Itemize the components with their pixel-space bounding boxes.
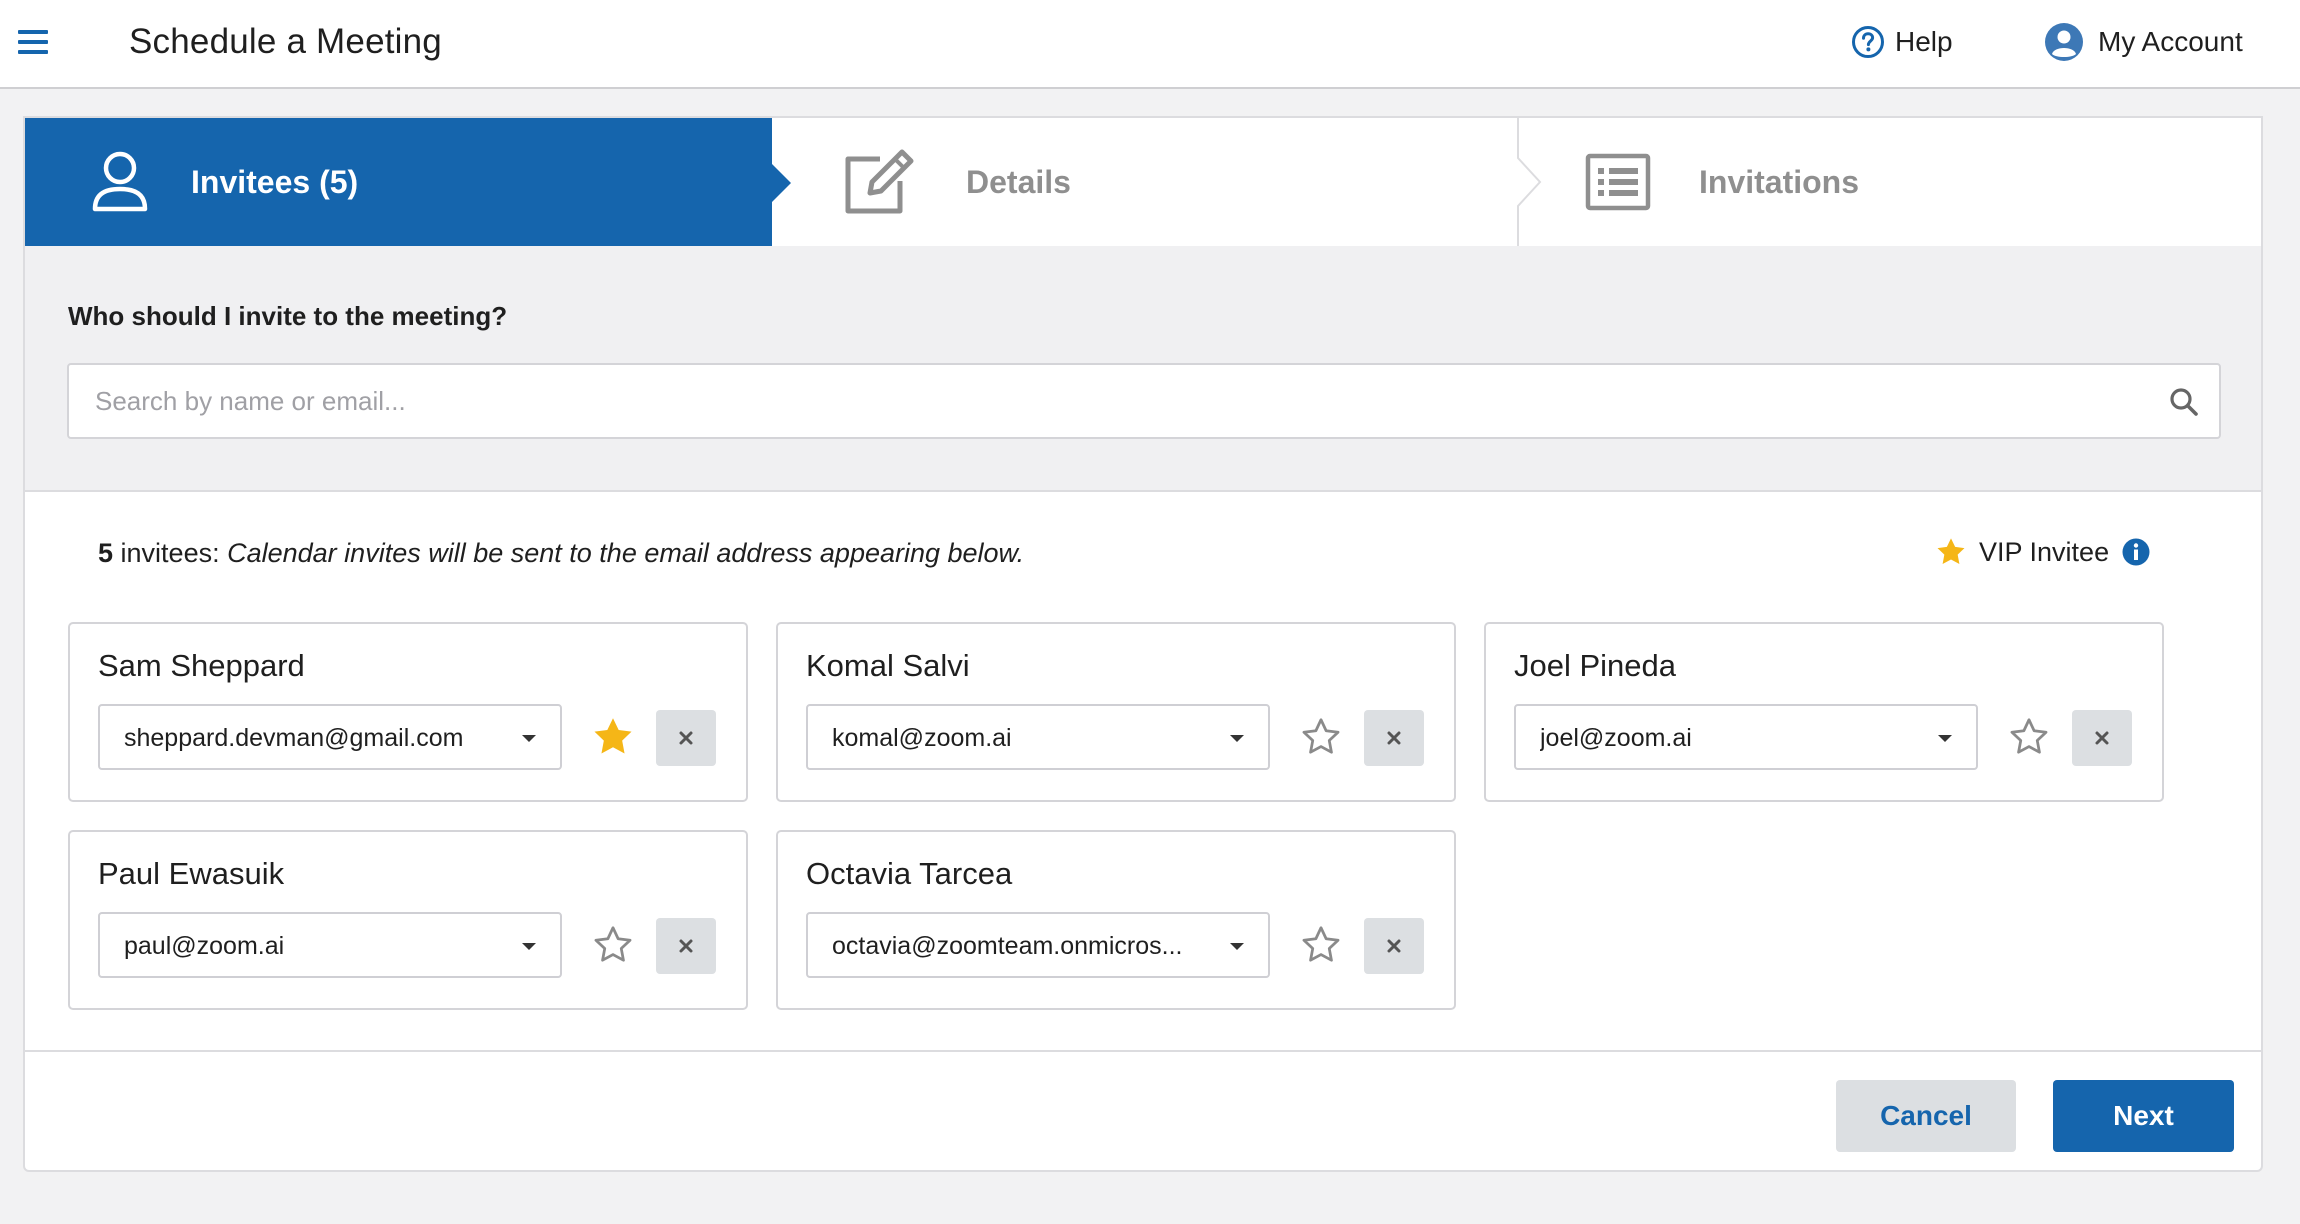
step-invitees[interactable]: Invitees (5) [25, 118, 791, 246]
chevron-down-icon [522, 943, 536, 950]
search-icon[interactable] [2169, 387, 2199, 417]
cancel-button[interactable]: Cancel [1836, 1080, 2016, 1152]
invitee-email-select[interactable]: paul@zoom.ai [98, 912, 562, 978]
chevron-down-icon [1230, 735, 1244, 742]
edit-icon [845, 149, 914, 214]
invitee-card: Joel Pineda joel@zoom.ai [1484, 622, 2164, 802]
invitee-card: Octavia Tarcea octavia@zoomteam.onmicros… [776, 830, 1456, 1010]
wizard-steps: Invitees (5) Details Invitations [23, 116, 2263, 246]
chevron-down-icon [1938, 735, 1952, 742]
search-input[interactable] [95, 365, 2135, 437]
invitee-email: komal@zoom.ai [832, 724, 1012, 752]
help-link[interactable]: Help [1851, 22, 1953, 62]
star-outline-icon[interactable] [1298, 923, 1344, 967]
panel-footer: Cancel Next [25, 1050, 2261, 1170]
user-icon [92, 151, 148, 212]
remove-invitee-button[interactable] [656, 918, 716, 974]
invitee-email-select[interactable]: octavia@zoomteam.onmicros... [806, 912, 1270, 978]
remove-invitee-button[interactable] [2072, 710, 2132, 766]
next-button[interactable]: Next [2053, 1080, 2234, 1152]
invitee-email-select[interactable]: komal@zoom.ai [806, 704, 1270, 770]
invitee-name: Joel Pineda [1514, 648, 1677, 683]
step-invitations[interactable]: Invitations [1517, 118, 2263, 246]
vip-legend: VIP Invitee [1935, 536, 2151, 568]
help-label: Help [1895, 26, 1953, 57]
invite-question: Who should I invite to the meeting? [68, 301, 508, 331]
close-icon [1387, 939, 1401, 953]
invitee-email: sheppard.devman@gmail.com [124, 724, 464, 752]
invitee-count: 5 [98, 538, 114, 568]
calendar-note: Calendar invites will be sent to the ema… [227, 538, 1025, 568]
step-details[interactable]: Details [772, 118, 1517, 246]
step-label: Invitations [1699, 163, 1860, 200]
chevron-down-icon [522, 735, 536, 742]
list-icon [1585, 153, 1651, 211]
help-icon [1852, 26, 1884, 58]
invitee-name: Komal Salvi [806, 648, 970, 683]
close-icon [679, 731, 693, 745]
my-account-label: My Account [2098, 26, 2243, 57]
invitee-name: Paul Ewasuik [98, 856, 285, 891]
invitee-count-suffix: invitees: [113, 538, 220, 568]
invitee-email: paul@zoom.ai [124, 932, 285, 960]
invitee-email: joel@zoom.ai [1540, 724, 1692, 752]
invitee-card: Komal Salvi komal@zoom.ai [776, 622, 1456, 802]
invitee-email-select[interactable]: joel@zoom.ai [1514, 704, 1978, 770]
invitee-email-select[interactable]: sheppard.devman@gmail.com [98, 704, 562, 770]
star-outline-icon[interactable] [590, 923, 636, 967]
chevron-down-icon [1230, 943, 1244, 950]
star-outline-icon[interactable] [1298, 715, 1344, 759]
step-label: Invitees (5) [191, 163, 359, 200]
top-bar: Schedule a Meeting Help My Account [0, 0, 2300, 89]
remove-invitee-button[interactable] [1364, 918, 1424, 974]
star-filled-icon[interactable] [590, 715, 636, 759]
menu-icon[interactable] [18, 28, 48, 56]
invitee-name: Octavia Tarcea [806, 856, 1013, 891]
close-icon [1387, 731, 1401, 745]
invitee-email: octavia@zoomteam.onmicros... [832, 932, 1183, 960]
invitee-card: Sam Sheppard sheppard.devman@gmail.com [68, 622, 748, 802]
star-filled-icon [1937, 538, 1965, 564]
page-title: Schedule a Meeting [129, 22, 442, 61]
search-box[interactable] [67, 363, 2221, 439]
invitee-summary: 5 invitees: Calendar invites will be sen… [98, 538, 1024, 569]
remove-invitee-button[interactable] [656, 710, 716, 766]
vip-label: VIP Invitee [1979, 536, 2110, 567]
invitees-panel: Who should I invite to the meeting? 5 in… [23, 246, 2263, 1172]
step-label: Details [966, 163, 1071, 200]
invitee-name: Sam Sheppard [98, 648, 305, 683]
my-account-menu[interactable]: My Account [2044, 20, 2243, 64]
search-section: Who should I invite to the meeting? [25, 246, 2261, 492]
info-icon[interactable] [2121, 537, 2151, 567]
remove-invitee-button[interactable] [1364, 710, 1424, 766]
star-outline-icon[interactable] [2006, 715, 2052, 759]
close-icon [679, 939, 693, 953]
invitee-card: Paul Ewasuik paul@zoom.ai [68, 830, 748, 1010]
close-icon [2095, 731, 2109, 745]
avatar-icon [2045, 23, 2083, 61]
